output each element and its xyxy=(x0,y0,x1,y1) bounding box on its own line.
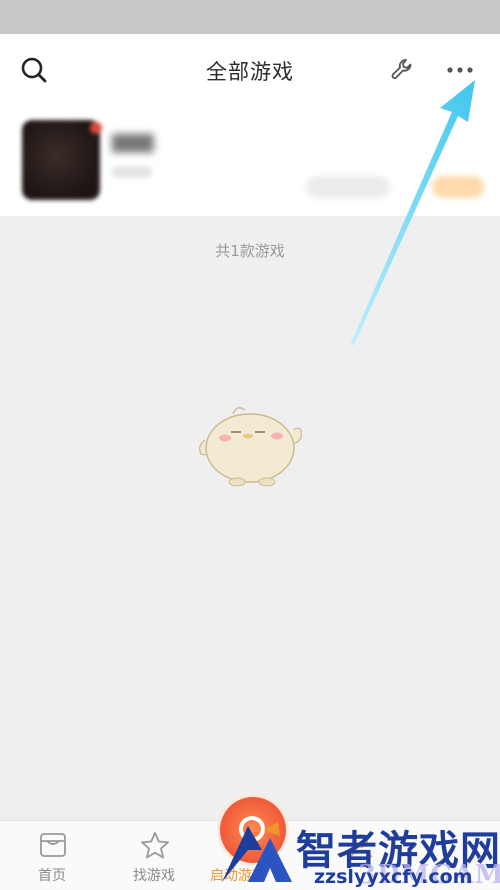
home-icon xyxy=(40,833,66,857)
game-primary-button-blurred[interactable] xyxy=(432,176,484,198)
tools-button[interactable] xyxy=(383,50,423,90)
star-icon xyxy=(141,832,169,859)
mascot-illustration xyxy=(199,407,302,487)
wrench-icon xyxy=(391,59,412,79)
game-thumbnail xyxy=(22,120,102,200)
page-title: 全部游戏 xyxy=(206,60,294,84)
tab-me[interactable] xyxy=(310,821,410,890)
game-list-item[interactable]: ▇▇▇ xyxy=(0,104,500,216)
new-badge xyxy=(90,122,102,134)
tab-label: 启动游戏 xyxy=(210,868,266,884)
launch-icon xyxy=(239,816,265,842)
game-subtitle-blurred xyxy=(112,166,152,178)
game-title-blurred: ▇▇▇ xyxy=(112,132,154,153)
status-bar xyxy=(0,0,500,34)
more-dots-icon xyxy=(447,67,473,73)
game-secondary-button-blurred[interactable] xyxy=(306,176,390,198)
launch-game-button[interactable] xyxy=(220,797,286,863)
more-button[interactable] xyxy=(440,50,480,90)
top-bar: 全部游戏 xyxy=(0,34,500,104)
tab-home[interactable]: 首页 xyxy=(2,821,102,890)
tab-label: 首页 xyxy=(38,868,66,884)
user-icon xyxy=(349,834,373,858)
game-count-label: 共1款游戏 xyxy=(215,242,285,260)
